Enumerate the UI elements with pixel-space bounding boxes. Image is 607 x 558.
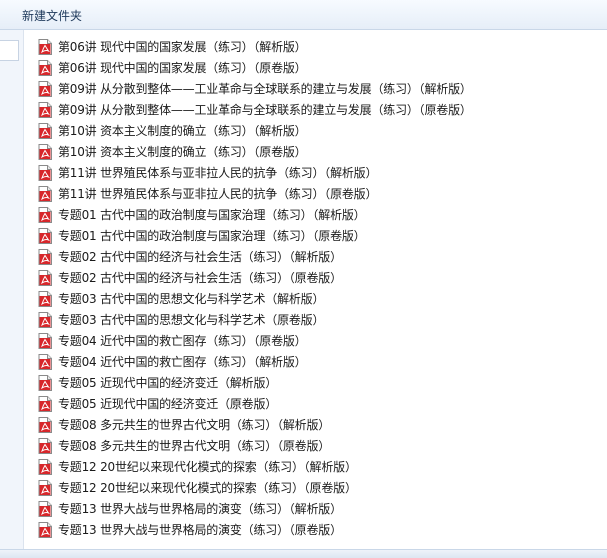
- file-item[interactable]: 第09讲 从分散到整体——工业革命与全球联系的建立与发展（练习）（原卷版）: [38, 99, 598, 120]
- file-item[interactable]: 专题01 古代中国的政治制度与国家治理（练习）（解析版）: [38, 204, 598, 225]
- file-item[interactable]: 第06讲 现代中国的国家发展（练习）（原卷版）: [38, 57, 598, 78]
- file-item[interactable]: 第10讲 资本主义制度的确立（练习）（原卷版）: [38, 141, 598, 162]
- pdf-file-icon: [38, 437, 52, 454]
- file-item[interactable]: 第11讲 世界殖民体系与亚非拉人民的抗争（练习）（解析版）: [38, 162, 598, 183]
- pdf-file-icon: [38, 500, 52, 517]
- file-name: 第06讲 现代中国的国家发展（练习）（原卷版）: [58, 61, 307, 75]
- file-name: 专题01 古代中国的政治制度与国家治理（练习）（原卷版）: [58, 229, 366, 243]
- pdf-file-icon: [38, 269, 52, 286]
- file-name: 第10讲 资本主义制度的确立（练习）（原卷版）: [58, 145, 307, 159]
- file-item[interactable]: 专题12 20世纪以来现代化模式的探索（练习）（原卷版）: [38, 477, 598, 498]
- file-item[interactable]: 专题05 近现代中国的经济变迁（解析版）: [38, 372, 598, 393]
- pdf-file-icon: [38, 353, 52, 370]
- pdf-file-icon: [38, 164, 52, 181]
- pdf-file-icon: [38, 206, 52, 223]
- file-list: 第06讲 现代中国的国家发展（练习）（解析版） 第06讲 现代中国的国家发展（练习…: [38, 36, 598, 540]
- pdf-file-icon: [38, 59, 52, 76]
- pdf-file-icon: [38, 248, 52, 265]
- file-name: 专题12 20世纪以来现代化模式的探索（练习）（原卷版）: [58, 481, 357, 495]
- file-name: 专题03 古代中国的思想文化与科学艺术（原卷版）: [58, 313, 325, 327]
- pdf-file-icon: [38, 143, 52, 160]
- file-name: 专题13 世界大战与世界格局的演变（练习）（原卷版）: [58, 523, 342, 537]
- status-bar: [0, 549, 607, 558]
- file-item[interactable]: 第06讲 现代中国的国家发展（练习）（解析版）: [38, 36, 598, 57]
- file-name: 专题05 近现代中国的经济变迁（解析版）: [58, 376, 278, 390]
- file-name: 专题04 近代中国的救亡图存（练习）（原卷版）: [58, 334, 307, 348]
- file-item[interactable]: 专题04 近代中国的救亡图存（练习）（原卷版）: [38, 330, 598, 351]
- nav-pane-item[interactable]: [0, 40, 19, 61]
- pdf-file-icon: [38, 479, 52, 496]
- file-name: 专题01 古代中国的政治制度与国家治理（练习）（解析版）: [58, 208, 366, 222]
- file-item[interactable]: 专题03 古代中国的思想文化与科学艺术（原卷版）: [38, 309, 598, 330]
- file-item[interactable]: 专题05 近现代中国的经济变迁（原卷版）: [38, 393, 598, 414]
- pdf-file-icon: [38, 227, 52, 244]
- file-name: 第09讲 从分散到整体——工业革命与全球联系的建立与发展（练习）（原卷版）: [58, 103, 472, 117]
- file-item[interactable]: 专题08 多元共生的世界古代文明（练习）（解析版）: [38, 414, 598, 435]
- file-item[interactable]: 专题03 古代中国的思想文化与科学艺术（解析版）: [38, 288, 598, 309]
- file-item[interactable]: 专题12 20世纪以来现代化模式的探索（练习）（解析版）: [38, 456, 598, 477]
- file-name: 第11讲 世界殖民体系与亚非拉人民的抗争（练习）（原卷版）: [58, 187, 378, 201]
- pdf-file-icon: [38, 80, 52, 97]
- file-name: 专题13 世界大战与世界格局的演变（练习）（解析版）: [58, 502, 342, 516]
- file-name: 专题12 20世纪以来现代化模式的探索（练习）（解析版）: [58, 460, 357, 474]
- file-item[interactable]: 第10讲 资本主义制度的确立（练习）（解析版）: [38, 120, 598, 141]
- pdf-file-icon: [38, 374, 52, 391]
- file-name: 专题05 近现代中国的经济变迁（原卷版）: [58, 397, 278, 411]
- file-name: 专题08 多元共生的世界古代文明（练习）（解析版）: [58, 418, 331, 432]
- file-name: 专题02 古代中国的经济与社会生活（练习）（解析版）: [58, 250, 342, 264]
- file-item[interactable]: 专题01 古代中国的政治制度与国家治理（练习）（原卷版）: [38, 225, 598, 246]
- pdf-file-icon: [38, 38, 52, 55]
- address-bar: 新建文件夹: [0, 0, 607, 30]
- pdf-file-icon: [38, 416, 52, 433]
- pdf-file-icon: [38, 122, 52, 139]
- file-item[interactable]: 专题02 古代中国的经济与社会生活（练习）（解析版）: [38, 246, 598, 267]
- pdf-file-icon: [38, 185, 52, 202]
- pdf-file-icon: [38, 521, 52, 538]
- file-item[interactable]: 专题04 近代中国的救亡图存（练习）（解析版）: [38, 351, 598, 372]
- file-item[interactable]: 第11讲 世界殖民体系与亚非拉人民的抗争（练习）（原卷版）: [38, 183, 598, 204]
- file-name: 专题04 近代中国的救亡图存（练习）（解析版）: [58, 355, 307, 369]
- pdf-file-icon: [38, 332, 52, 349]
- folder-title: 新建文件夹: [22, 9, 83, 23]
- pdf-file-icon: [38, 458, 52, 475]
- file-name: 专题03 古代中国的思想文化与科学艺术（解析版）: [58, 292, 325, 306]
- file-item[interactable]: 专题13 世界大战与世界格局的演变（练习）（解析版）: [38, 498, 598, 519]
- file-name: 专题08 多元共生的世界古代文明（练习）（原卷版）: [58, 439, 331, 453]
- navigation-pane: [0, 30, 24, 549]
- file-name: 第06讲 现代中国的国家发展（练习）（解析版）: [58, 40, 307, 54]
- file-item[interactable]: 专题08 多元共生的世界古代文明（练习）（原卷版）: [38, 435, 598, 456]
- file-item[interactable]: 专题02 古代中国的经济与社会生活（练习）（原卷版）: [38, 267, 598, 288]
- pdf-file-icon: [38, 395, 52, 412]
- file-name: 第10讲 资本主义制度的确立（练习）（解析版）: [58, 124, 307, 138]
- pdf-file-icon: [38, 311, 52, 328]
- file-name: 第09讲 从分散到整体——工业革命与全球联系的建立与发展（练习）（解析版）: [58, 82, 472, 96]
- file-name: 专题02 古代中国的经济与社会生活（练习）（原卷版）: [58, 271, 342, 285]
- pdf-file-icon: [38, 290, 52, 307]
- file-item[interactable]: 专题13 世界大战与世界格局的演变（练习）（原卷版）: [38, 519, 598, 540]
- file-item[interactable]: 第09讲 从分散到整体——工业革命与全球联系的建立与发展（练习）（解析版）: [38, 78, 598, 99]
- file-name: 第11讲 世界殖民体系与亚非拉人民的抗争（练习）（解析版）: [58, 166, 378, 180]
- pdf-file-icon: [38, 101, 52, 118]
